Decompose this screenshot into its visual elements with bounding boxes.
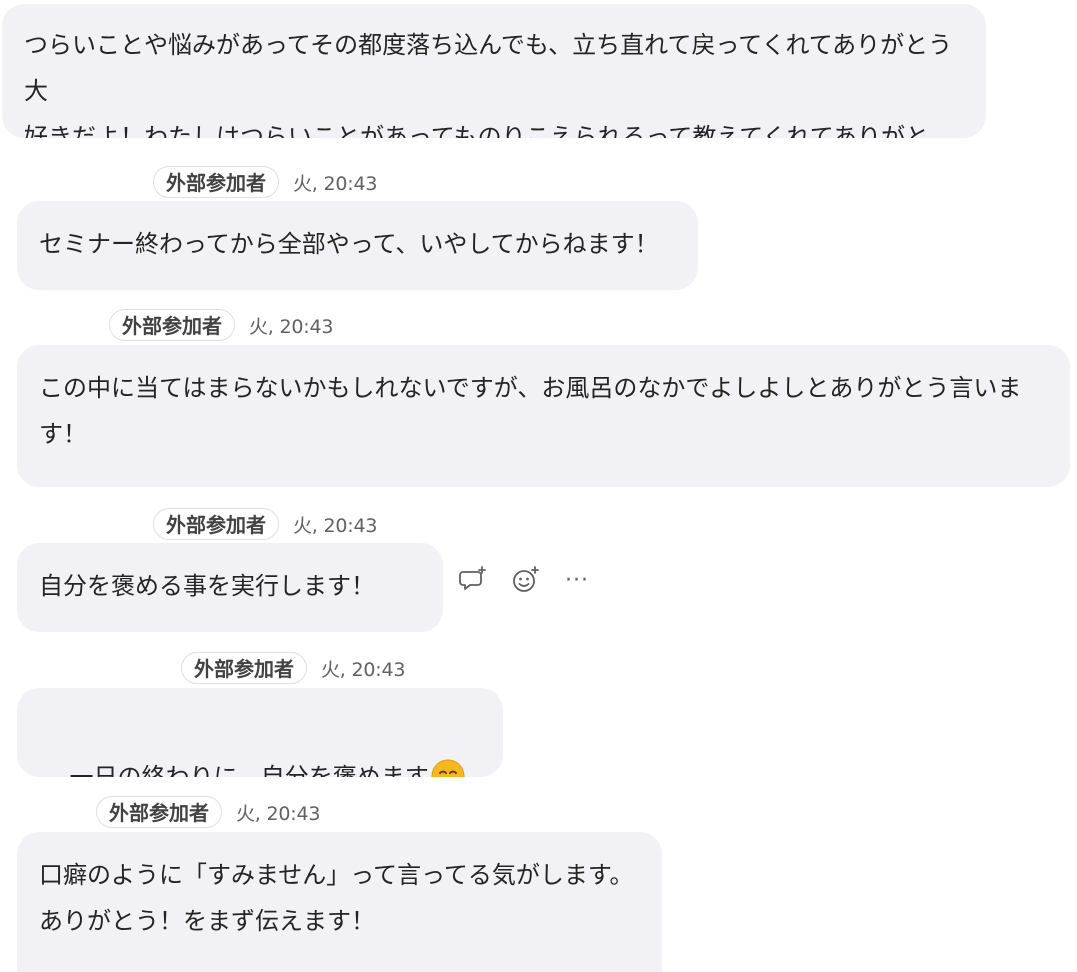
- message-bubble[interactable]: この中に当てはまらないかもしれないですが、お風呂のなかでよしよしとありがとう言い…: [17, 345, 1070, 487]
- sender-name[interactable]: 外部参加者: [181, 652, 307, 684]
- message-header: 外部参加者 火, 20:43: [109, 308, 333, 342]
- message-bubble[interactable]: 一日の終わりに、自分を褒めます: [17, 688, 503, 777]
- timestamp: 火, 20:43: [249, 315, 334, 338]
- add-reaction-icon[interactable]: [508, 563, 542, 597]
- message-bubble[interactable]: 自分を褒める事を実行します！: [17, 543, 443, 632]
- timestamp: 火, 20:43: [293, 514, 378, 537]
- timestamp: 火, 20:43: [321, 658, 406, 681]
- message-header: 外部参加者 火, 20:43: [181, 651, 405, 685]
- message-header: 外部参加者 火, 20:43: [96, 795, 320, 829]
- message-bubble[interactable]: セミナー終わってから全部やって、いやしてからねます！: [17, 201, 698, 290]
- reply-icon[interactable]: [456, 563, 490, 597]
- sender-name[interactable]: 外部参加者: [153, 166, 279, 198]
- message-bubble[interactable]: 口癖のように「すみません」って言ってる気がします。 ありがとう！をまず伝えます！: [17, 832, 662, 972]
- message-header: 外部参加者 火, 20:43: [153, 507, 377, 541]
- message-hover-actions: ···: [456, 562, 594, 598]
- message-bubble[interactable]: つらいことや悩みがあってその都度落ち込んでも、立ち直れて戻ってくれてありがとう大…: [2, 4, 986, 138]
- smiling-face-emoji-icon: [431, 759, 465, 777]
- chat-thread: つらいことや悩みがあってその都度落ち込んでも、立ち直れて戻ってくれてありがとう大…: [0, 0, 1077, 972]
- message-text: 一日の終わりに、自分を褒めます: [69, 763, 429, 777]
- more-options-icon[interactable]: ···: [560, 563, 594, 597]
- timestamp: 火, 20:43: [236, 802, 321, 825]
- message-header: 外部参加者 火, 20:43: [153, 165, 377, 199]
- sender-name[interactable]: 外部参加者: [153, 508, 279, 540]
- sender-name[interactable]: 外部参加者: [109, 309, 235, 341]
- sender-name[interactable]: 外部参加者: [96, 796, 222, 828]
- timestamp: 火, 20:43: [293, 172, 378, 195]
